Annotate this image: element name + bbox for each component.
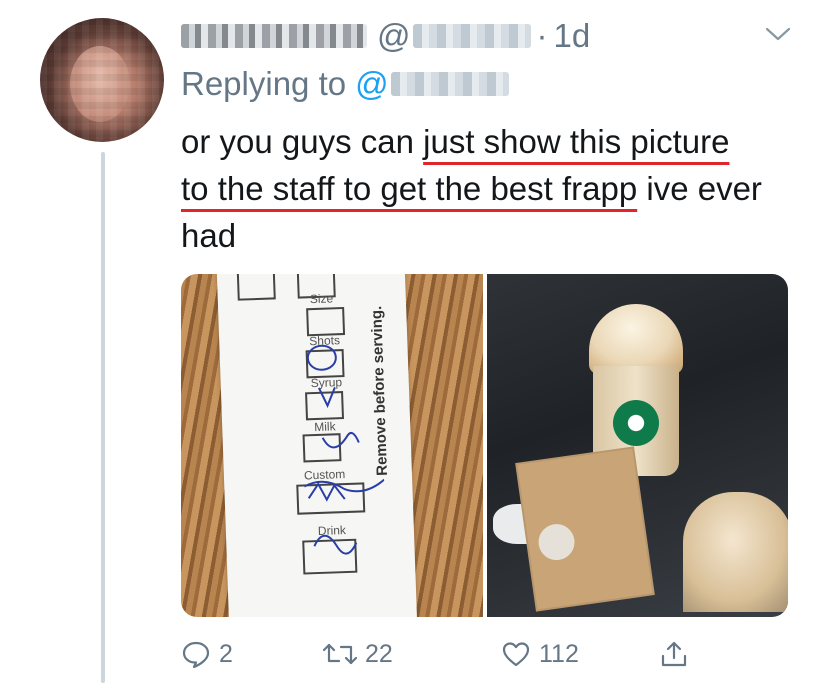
handle-redacted[interactable] (412, 24, 531, 48)
chevron-down-icon[interactable] (765, 26, 791, 42)
reply-count: 2 (219, 639, 233, 668)
tweet-text: or you guys can just show this picture to… (181, 118, 801, 259)
like-count: 112 (539, 639, 579, 668)
tweet-text-underlined-segment: just show this picture (423, 123, 730, 160)
order-sticker-photo[interactable]: Size Shots Syrup Milk Custom Drink Remov… (181, 274, 483, 617)
sticker-box (236, 274, 276, 301)
reply-icon (182, 641, 210, 669)
avatar[interactable] (40, 18, 164, 142)
replying-to-handle-redacted[interactable] (390, 72, 509, 96)
handwriting-scribble (303, 344, 385, 555)
second-cup (683, 492, 788, 612)
tweet-header: @ · 1d (181, 14, 590, 58)
tweet-actions: 2 22 112 (181, 632, 701, 676)
replying-to-at[interactable]: @ (355, 65, 389, 103)
tweet-text-segment: or you guys can (181, 123, 424, 160)
share-icon (661, 641, 687, 667)
replying-to-label: Replying to (181, 65, 347, 102)
separator-dot: · (536, 17, 548, 54)
frappuccino-photo[interactable] (487, 274, 788, 617)
thread-line (101, 152, 105, 683)
order-sticker: Size Shots Syrup Milk Custom Drink Remov… (216, 274, 418, 617)
starbucks-logo (613, 400, 659, 446)
handle-at-symbol[interactable]: @ (377, 17, 411, 55)
like-button[interactable]: 112 (501, 632, 579, 676)
retweet-count: 22 (365, 639, 393, 668)
cup-holder (515, 446, 655, 612)
display-name-redacted[interactable] (181, 24, 367, 48)
reply-button[interactable]: 2 (181, 632, 233, 676)
timestamp[interactable]: 1d (554, 17, 591, 55)
replying-to: Replying to @ (181, 62, 509, 106)
tweet-text-underlined-segment: to the staff to get the best frapp (181, 170, 638, 207)
frappuccino-cup (581, 304, 691, 476)
avatar-pixelation (40, 18, 164, 142)
retweet-icon (323, 643, 357, 665)
retweet-button[interactable]: 22 (323, 632, 393, 676)
sticker-label-size: Size (309, 291, 334, 307)
share-button[interactable] (659, 632, 697, 676)
heart-icon (502, 642, 530, 667)
media-grid: Size Shots Syrup Milk Custom Drink Remov… (181, 274, 788, 617)
